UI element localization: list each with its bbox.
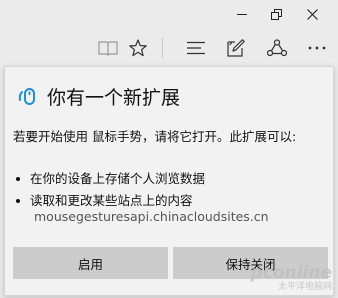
minimize-icon (237, 13, 247, 15)
share-icon (267, 39, 287, 57)
mouse-gesture-extension-icon (17, 83, 39, 109)
popup-description: 若要开始使用 鼠标手势，请将它打开。此扩展可以: (13, 129, 297, 144)
reading-view-icon (98, 41, 118, 56)
web-note-button[interactable] (223, 35, 249, 61)
permission-list: 在你的设备上存储个人浏览数据 读取和更改某些站点上的内容 (13, 168, 327, 212)
web-note-icon (227, 39, 245, 57)
reading-view-button[interactable] (95, 35, 121, 61)
more-icon (308, 46, 326, 50)
extension-site: mousegesturesapi.chinacloudsites.cn (34, 209, 269, 224)
browser-toolbar (0, 28, 338, 68)
restore-icon (270, 8, 282, 20)
share-button[interactable] (264, 35, 290, 61)
toolbar-divider (162, 38, 163, 58)
title-bar (0, 0, 338, 28)
close-icon (306, 8, 318, 20)
browser-window: 你有一个新扩展 若要开始使用 鼠标手势，请将它打开。此扩展可以: 在你的设备上存… (0, 0, 338, 298)
permission-item: 在你的设备上存储个人浏览数据 (13, 168, 327, 190)
bullet-icon (16, 177, 20, 181)
more-button[interactable] (304, 35, 330, 61)
keep-off-button[interactable]: 保持关闭 (173, 247, 328, 279)
favorite-button[interactable] (125, 35, 151, 61)
popup-title: 你有一个新扩展 (47, 86, 181, 109)
bullet-icon (16, 199, 20, 203)
enable-button[interactable]: 启用 (13, 247, 168, 279)
popup-header: 你有一个新扩展 (17, 81, 180, 111)
hub-button[interactable] (183, 35, 209, 61)
hub-icon (187, 41, 205, 55)
favorite-star-icon (129, 39, 147, 57)
new-extension-popup: 你有一个新扩展 若要开始使用 鼠标手势，请将它打开。此扩展可以: 在你的设备上存… (4, 66, 334, 296)
close-button[interactable] (290, 0, 334, 28)
permission-text: 在你的设备上存储个人浏览数据 (30, 171, 206, 186)
